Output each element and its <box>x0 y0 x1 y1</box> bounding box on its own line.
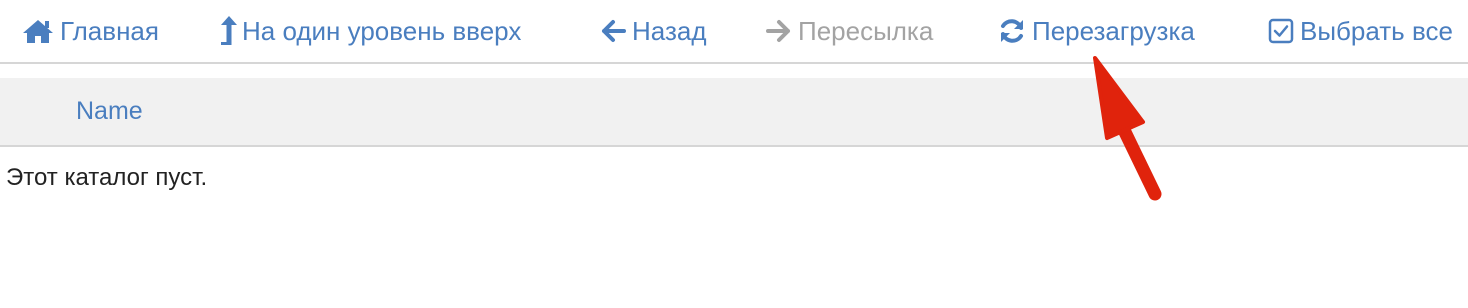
home-button[interactable]: Главная <box>22 13 159 49</box>
back-label: Назад <box>632 15 707 46</box>
select-all-label: Выбрать все <box>1300 15 1453 46</box>
level-up-button[interactable]: На один уровень вверх <box>220 13 521 49</box>
forward-label: Пересылка <box>798 15 934 46</box>
home-label: Главная <box>60 15 159 46</box>
empty-directory-message: Этот каталог пуст. <box>6 164 208 191</box>
arrow-right-icon <box>766 19 792 43</box>
toolbar: Главная На один уровень вверх Назад Пере… <box>0 0 1468 64</box>
table-header: Name <box>0 78 1468 147</box>
reload-label: Перезагрузка <box>1032 15 1195 46</box>
level-up-label: На один уровень вверх <box>242 15 522 46</box>
column-header-name[interactable]: Name <box>76 78 143 145</box>
arrow-left-icon <box>600 19 626 43</box>
checkbox-icon <box>1268 18 1294 44</box>
reload-button[interactable]: Перезагрузка <box>998 13 1195 49</box>
back-button[interactable]: Назад <box>600 13 707 49</box>
forward-button[interactable]: Пересылка <box>766 13 933 49</box>
refresh-icon <box>998 17 1026 45</box>
home-icon <box>22 18 54 44</box>
level-up-icon <box>220 16 238 46</box>
select-all-button[interactable]: Выбрать все <box>1268 13 1453 49</box>
